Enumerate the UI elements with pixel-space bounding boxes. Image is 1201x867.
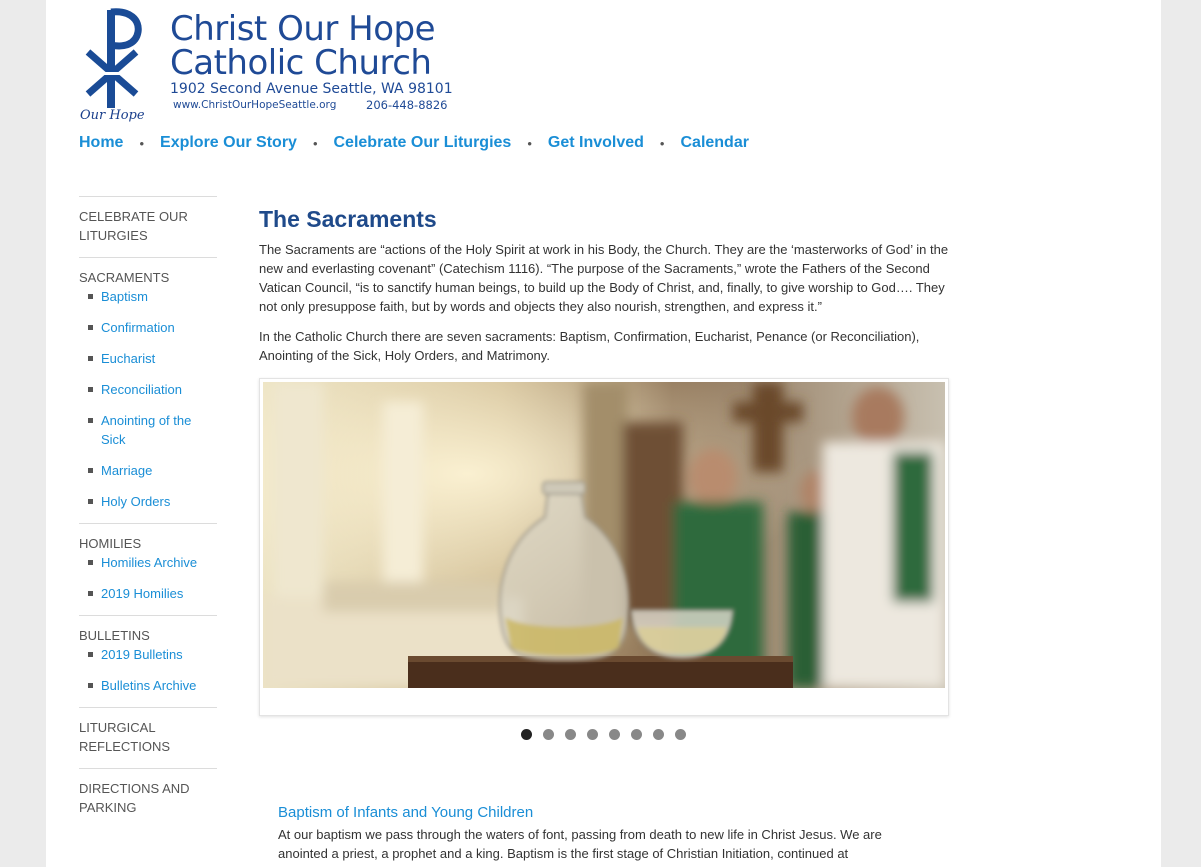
sidebar-item-marriage[interactable]: Marriage [79,461,217,480]
feature-text-baptism: At our baptism we pass through the water… [278,827,882,861]
sidebar-item-eucharist[interactable]: Eucharist [79,349,217,368]
sidebar-item-homilies-archive[interactable]: Homilies Archive [79,553,217,572]
nav-separator: • [312,135,318,151]
church-name-line1: Christ Our Hope [170,9,436,49]
sidebar-item-holy-orders[interactable]: Holy Orders [79,492,217,511]
sidebar-heading-sacraments[interactable]: SACRAMENTS [79,268,217,287]
image-slider[interactable] [259,378,949,716]
church-phone: 206-448-8826 [366,98,448,112]
chi-rho-logo-icon[interactable]: Our Hope [78,8,146,123]
sidebar-heading-celebrate[interactable]: CELEBRATE OUR LITURGIES [79,207,217,245]
church-address: 1902 Second Avenue Seattle, WA 98101 [170,81,453,97]
sidebar-heading-directions-and-parking[interactable]: DIRECTIONS AND PARKING [79,779,217,817]
nav-separator: • [139,135,145,151]
nav-separator: • [527,135,532,151]
nav-explore-our-story[interactable]: Explore Our Story [160,134,297,152]
church-name-line2: Catholic Church [170,43,432,83]
nav-celebrate-our-liturgies[interactable]: Celebrate Our Liturgies [334,134,512,152]
sidebar-section-celebrate: CELEBRATE OUR LITURGIES [79,196,217,257]
feature-title-baptism[interactable]: Baptism of Infants and Young Children [278,804,533,821]
slider-dot-5[interactable] [609,729,620,740]
sidebar-section-directions: DIRECTIONS AND PARKING [79,768,217,829]
slider-dot-4[interactable] [587,729,598,740]
slider-dot-6[interactable] [631,729,642,740]
slider-dot-1[interactable] [521,729,532,740]
main-nav: Home • Explore Our Story • Celebrate Our… [79,134,749,152]
sidebar-item-anointing-of-the-sick[interactable]: Anointing of the Sick [79,411,217,449]
slider-pagination [521,729,697,740]
nav-separator: • [659,135,665,151]
sidebar-item-confirmation[interactable]: Confirmation [79,318,217,337]
sidebar-heading-bulletins[interactable]: BULLETINS [79,626,217,645]
sidebar-section-bulletins: BULLETINS 2019 Bulletins Bulletins Archi… [79,615,217,707]
church-name[interactable]: Christ Our Hope Catholic Church [170,9,436,83]
page: Our Hope Christ Our Hope Catholic Church… [46,0,1161,867]
nav-home[interactable]: Home [79,134,123,152]
sidebar-heading-homilies[interactable]: HOMILIES [79,534,217,553]
main-content: The Sacraments The Sacraments are “actio… [259,204,954,365]
slider-dot-3[interactable] [565,729,576,740]
sidebar-item-2019-homilies[interactable]: 2019 Homilies [79,584,217,603]
slide-photo-baptism-vessels [263,382,945,688]
sidebar-item-bulletins-archive[interactable]: Bulletins Archive [79,676,217,695]
page-title: The Sacraments [259,206,437,232]
sidebar-section-homilies: HOMILIES Homilies Archive 2019 Homilies [79,523,217,615]
nav-calendar[interactable]: Calendar [680,134,748,152]
sidebar-item-2019-bulletins[interactable]: 2019 Bulletins [79,645,217,664]
sacraments-list-paragraph: In the Catholic Church there are seven s… [259,329,920,363]
slider-dot-2[interactable] [543,729,554,740]
intro-paragraph: The Sacraments are “actions of the Holy … [259,242,949,314]
sidebar-heading-liturgical-reflections[interactable]: LITURGICAL REFLECTIONS [79,718,217,756]
logo-caption: Our Hope [80,108,145,123]
nav-get-involved[interactable]: Get Involved [548,134,644,152]
slider-dot-8[interactable] [675,729,686,740]
sidebar-item-reconciliation[interactable]: Reconciliation [79,380,217,399]
slider-dot-7[interactable] [653,729,664,740]
sidebar: CELEBRATE OUR LITURGIES SACRAMENTS Bapti… [79,196,217,829]
sidebar-section-sacraments: SACRAMENTS Baptism Confirmation Eucharis… [79,257,217,523]
sidebar-section-liturgical: LITURGICAL REFLECTIONS [79,707,217,768]
sidebar-item-baptism[interactable]: Baptism [79,287,217,306]
church-website: www.ChristOurHopeSeattle.org [173,99,337,111]
